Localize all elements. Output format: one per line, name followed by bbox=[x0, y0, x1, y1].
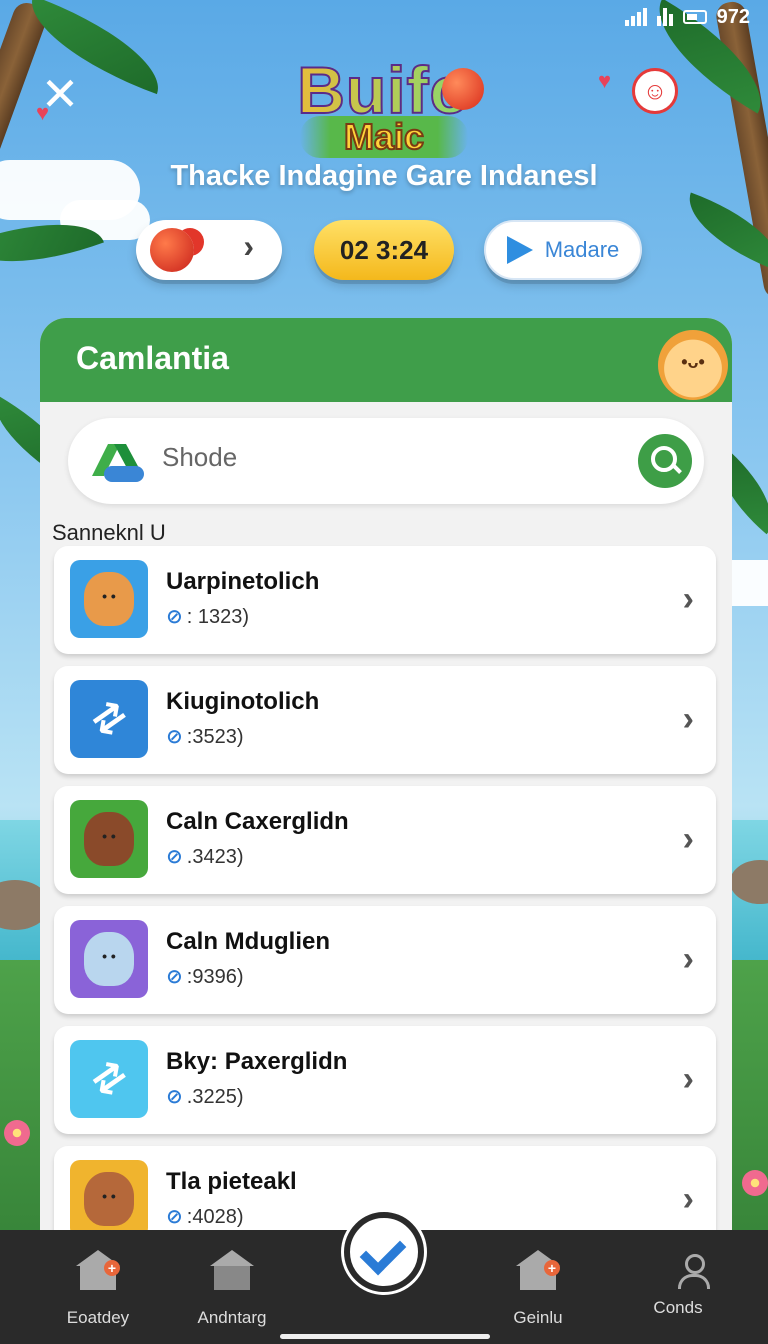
chevron-right-icon: › bbox=[243, 228, 254, 264]
list-item-count: :4028) bbox=[186, 1206, 244, 1228]
bear-character-icon bbox=[70, 800, 148, 878]
play-icon bbox=[506, 236, 533, 264]
video-label: Madare bbox=[544, 237, 620, 262]
list-item-count: : 1323) bbox=[186, 606, 250, 628]
list-item[interactable]: Caln Mduglien ⊘:9396) › bbox=[54, 906, 716, 1014]
list-item-subtitle: ⊘: 1323) bbox=[166, 604, 249, 629]
home-plus-icon: + bbox=[516, 1250, 560, 1300]
chevron-right-icon: › bbox=[682, 580, 694, 618]
rabbit-character-icon bbox=[70, 920, 148, 998]
nav-item-conds[interactable]: Conds bbox=[618, 1254, 738, 1318]
home-indicator[interactable] bbox=[280, 1334, 490, 1339]
sync-arrows-icon: ⇄ bbox=[70, 680, 148, 758]
chevron-right-icon: › bbox=[682, 1180, 694, 1218]
video-button[interactable]: Madare bbox=[484, 220, 642, 280]
section-label: Sanneknl U bbox=[52, 520, 166, 545]
logo-subtitle: Maic bbox=[299, 115, 469, 158]
nav-label: Eoatdey bbox=[66, 1308, 130, 1327]
list-item-count: :9396) bbox=[186, 966, 244, 988]
list-item-subtitle: ⊘ .3225) bbox=[166, 1084, 243, 1109]
players-icon: ⊘ bbox=[166, 846, 183, 868]
list-item-subtitle: ⊘:9396) bbox=[166, 964, 243, 989]
app-logo-icon bbox=[92, 444, 144, 482]
chevron-right-icon: › bbox=[682, 940, 694, 978]
players-icon: ⊘ bbox=[166, 966, 183, 988]
search-bar bbox=[68, 418, 704, 504]
list-item-count: .3423) bbox=[186, 846, 244, 868]
status-bar: 972 bbox=[624, 4, 750, 30]
wifi-icon bbox=[656, 8, 673, 26]
search-input[interactable] bbox=[162, 442, 622, 473]
person-icon bbox=[658, 1254, 698, 1290]
list-item[interactable]: Caln Caxerglidn ⊘.3423) › bbox=[54, 786, 716, 894]
tagline: Thacke Indagine Gare Indanesl bbox=[170, 160, 598, 192]
card-header: Camlantia bbox=[40, 318, 732, 402]
game-list: Uarpinetolich⊘: 1323)›⇄Kiuginotolich⊘:35… bbox=[54, 546, 716, 1238]
signal-icon bbox=[624, 8, 647, 26]
checkmark-icon bbox=[359, 1228, 407, 1276]
list-item-title: Uarpinetolich bbox=[166, 568, 320, 595]
fruit-collection-button[interactable]: › bbox=[136, 220, 282, 280]
mascot-icon[interactable]: ☺ bbox=[632, 68, 678, 114]
list-item-subtitle: ⊘:4028) bbox=[166, 1204, 243, 1229]
nav-label: Geinlu bbox=[513, 1308, 563, 1327]
chevron-right-icon: › bbox=[682, 700, 694, 738]
nav-item-eoatdey[interactable]: + Eoatdey bbox=[38, 1250, 158, 1328]
nav-label: Andntarg bbox=[197, 1308, 267, 1327]
sync-arrows-icon: ⇄ bbox=[70, 1040, 148, 1118]
list-item-title: Bky: Paxerglidn bbox=[166, 1048, 348, 1075]
score-pill[interactable]: 02 3:24 bbox=[314, 220, 454, 280]
list-item[interactable]: ⇄ Bky: Paxerglidn ⊘ .3225) › bbox=[54, 1026, 716, 1134]
tomato-icon bbox=[442, 68, 484, 110]
list-item-count: :3523) bbox=[186, 726, 244, 748]
home-plus-icon: + bbox=[76, 1250, 120, 1300]
tomato-icon bbox=[150, 228, 194, 272]
players-icon: ⊘ bbox=[166, 1206, 183, 1228]
nav-item-andntarg[interactable]: Andntarg bbox=[172, 1250, 292, 1328]
chevron-right-icon: › bbox=[682, 1060, 694, 1098]
list-item-subtitle: ⊘:3523) bbox=[166, 724, 243, 749]
list-item-title: Caln Caxerglidn bbox=[166, 808, 349, 835]
list-item[interactable]: ⇄ Kiuginotolich ⊘:3523) › bbox=[54, 666, 716, 774]
players-icon: ⊘ bbox=[166, 726, 183, 748]
nav-item-geinlu[interactable]: + Geinlu bbox=[478, 1250, 598, 1328]
list-item-count: .3225) bbox=[186, 1086, 244, 1108]
list-item-title: Tla pieteakl bbox=[166, 1168, 297, 1195]
list-item-title: Kiuginotolich bbox=[166, 688, 320, 715]
tiger-mascot-icon bbox=[658, 330, 728, 400]
list-item-subtitle: ⊘ .3423) bbox=[166, 844, 243, 869]
players-icon: ⊘ bbox=[166, 1086, 183, 1108]
home-outline-icon bbox=[210, 1250, 254, 1300]
players-icon: ⊘ bbox=[166, 606, 183, 628]
check-button[interactable] bbox=[344, 1212, 424, 1292]
main-card: Camlantia Sanneknl U Uarpinetolich⊘: 132… bbox=[40, 318, 732, 1238]
list-item-title: Caln Mduglien bbox=[166, 928, 330, 955]
fox-character-icon bbox=[70, 560, 148, 638]
search-icon[interactable] bbox=[638, 434, 692, 488]
nav-label: Conds bbox=[653, 1298, 703, 1317]
list-item[interactable]: Uarpinetolich ⊘: 1323) › bbox=[54, 546, 716, 654]
chevron-right-icon: › bbox=[682, 820, 694, 858]
kangaroo-character-icon bbox=[70, 1160, 148, 1238]
card-title: Camlantia bbox=[76, 340, 229, 376]
status-time: 972 bbox=[716, 5, 750, 28]
battery-icon bbox=[682, 10, 707, 24]
